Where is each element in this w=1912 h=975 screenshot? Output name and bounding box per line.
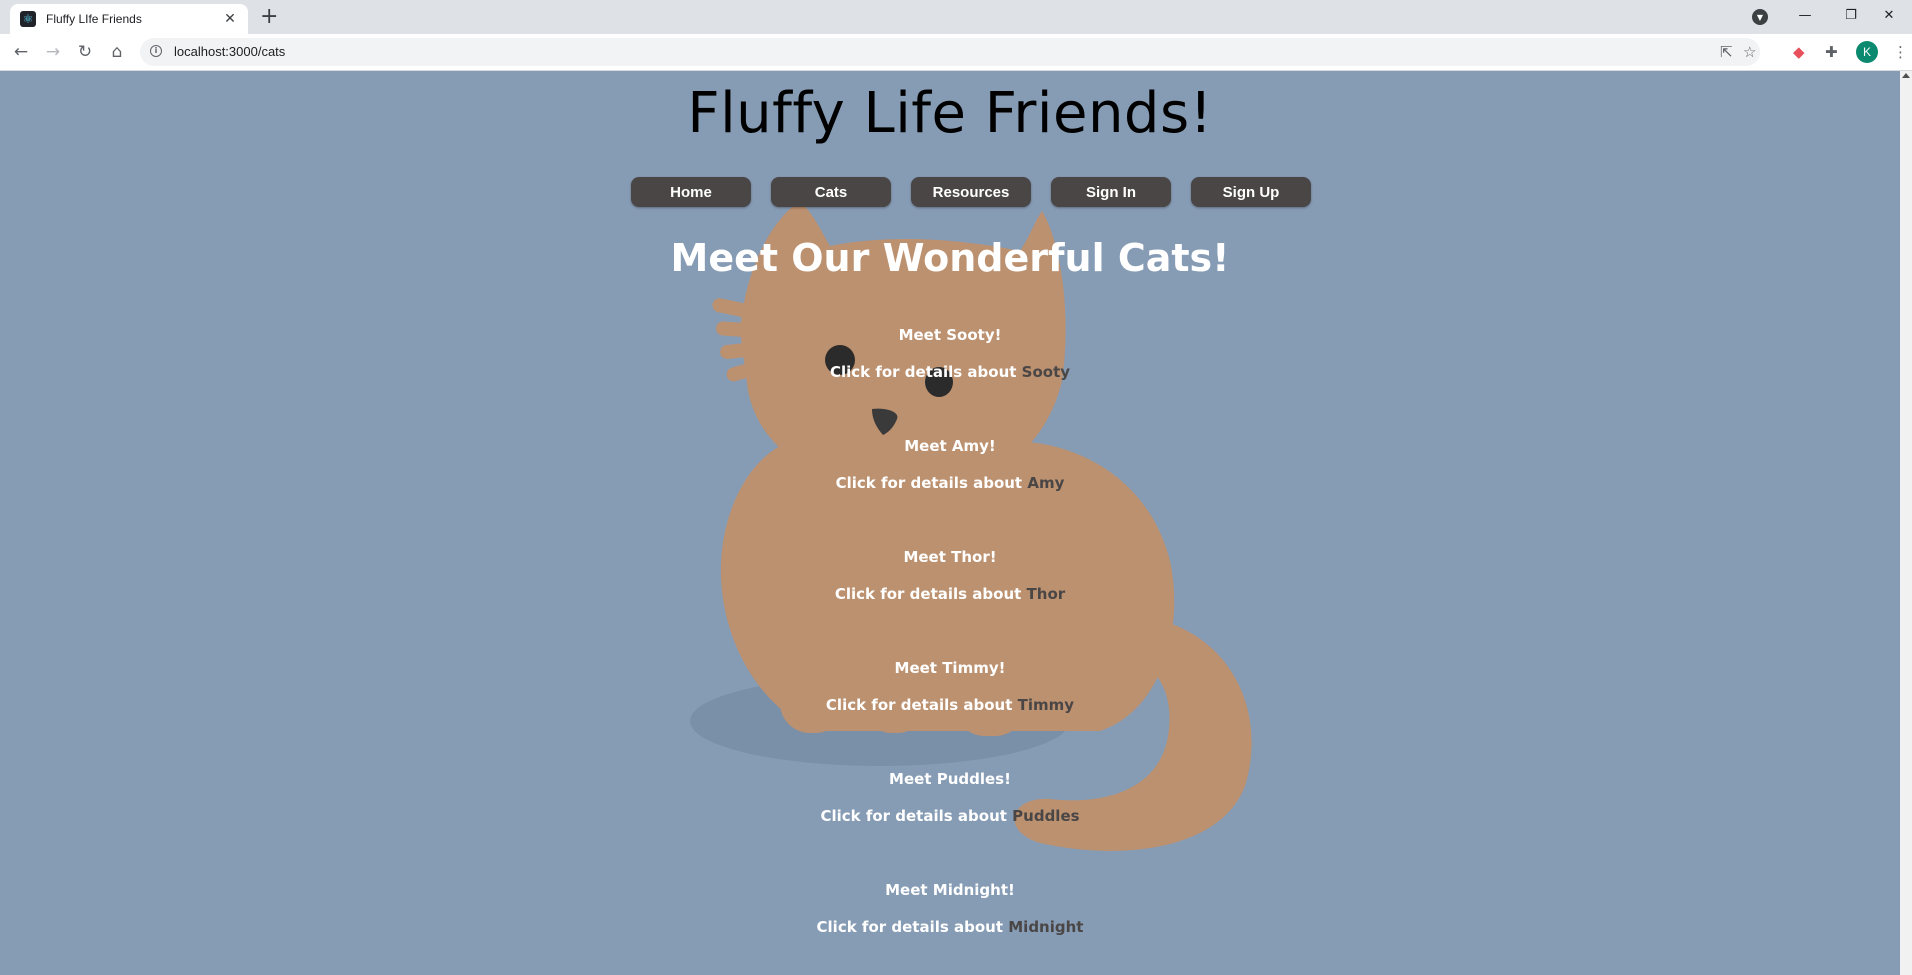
- react-favicon-icon: ⚛: [20, 11, 36, 27]
- close-tab-icon[interactable]: ✕: [222, 11, 238, 27]
- extensions-puzzle-icon[interactable]: ✚: [1825, 43, 1838, 61]
- minimize-icon[interactable]: —: [1782, 0, 1828, 30]
- details-prefix: Click for details about: [825, 696, 1013, 714]
- cat-meet-text: Meet Midnight!: [885, 881, 1015, 899]
- page-heading: Meet Our Wonderful Cats!: [670, 236, 1230, 280]
- menu-kebab-icon[interactable]: ⋮: [1893, 43, 1908, 61]
- cat-link-amy[interactable]: Amy: [1027, 474, 1064, 492]
- list-item: Meet Puddles! Click for details about Pu…: [0, 770, 1900, 881]
- cat-details-line: Click for details about Amy: [0, 474, 1900, 492]
- main-nav: Home Cats Resources Sign In Sign Up: [631, 177, 1311, 207]
- cat-link-thor[interactable]: Thor: [1027, 585, 1066, 603]
- extension-icon[interactable]: ◆: [1793, 43, 1805, 61]
- list-item: Meet Thor! Click for details about Thor: [0, 548, 1900, 659]
- back-icon[interactable]: ←: [10, 41, 32, 63]
- browser-tab-strip: ⚛ Fluffy LIfe Friends ✕ + ▼ — ❐ ✕: [0, 0, 1912, 34]
- nav-sign-in-button[interactable]: Sign In: [1051, 177, 1171, 207]
- details-prefix: Click for details about: [834, 585, 1022, 603]
- browser-tab[interactable]: ⚛ Fluffy LIfe Friends ✕: [10, 4, 248, 34]
- cat-meet-text: Meet Amy!: [904, 437, 996, 455]
- bookmark-star-icon[interactable]: ☆: [1743, 43, 1756, 61]
- site-info-icon[interactable]: i: [150, 45, 162, 57]
- address-bar[interactable]: i localhost:3000/cats ⇱ ☆: [140, 38, 1760, 66]
- details-prefix: Click for details about: [835, 474, 1023, 492]
- browser-toolbar: ← → ↻ ⌂ i localhost:3000/cats ⇱ ☆ ◆ ✚ K …: [0, 34, 1912, 71]
- site-title: Fluffy Life Friends!: [687, 81, 1213, 146]
- details-prefix: Click for details about: [816, 918, 1004, 936]
- list-item: Meet Sooty! Click for details about Soot…: [0, 326, 1900, 437]
- cat-link-timmy[interactable]: Timmy: [1018, 696, 1074, 714]
- new-tab-button[interactable]: +: [260, 6, 278, 28]
- cat-details-line: Click for details about Timmy: [0, 696, 1900, 714]
- details-prefix: Click for details about: [829, 363, 1017, 381]
- open-in-app-icon[interactable]: ⇱: [1720, 43, 1733, 61]
- list-item: Meet Midnight! Click for details about M…: [0, 881, 1900, 975]
- details-prefix: Click for details about: [820, 807, 1007, 825]
- cat-link-puddles[interactable]: Puddles: [1012, 807, 1079, 825]
- cat-details-line: Click for details about Thor: [0, 585, 1900, 603]
- nav-home-button[interactable]: Home: [631, 177, 751, 207]
- window-close-icon[interactable]: ✕: [1866, 0, 1912, 30]
- cat-meet-text: Meet Sooty!: [898, 326, 1002, 344]
- cat-meet-text: Meet Timmy!: [894, 659, 1006, 677]
- scroll-up-icon[interactable]: [1902, 73, 1910, 78]
- nav-resources-button[interactable]: Resources: [911, 177, 1031, 207]
- cat-details-line: Click for details about Sooty: [0, 363, 1900, 381]
- cat-details-line: Click for details about Midnight: [0, 918, 1900, 936]
- list-item: Meet Amy! Click for details about Amy: [0, 437, 1900, 548]
- home-icon[interactable]: ⌂: [106, 41, 128, 63]
- tab-title: Fluffy LIfe Friends: [46, 12, 142, 26]
- cat-link-sooty[interactable]: Sooty: [1022, 363, 1070, 381]
- forward-icon[interactable]: →: [42, 41, 64, 63]
- page-scrollbar[interactable]: [1900, 71, 1912, 975]
- url-text[interactable]: localhost:3000/cats: [174, 44, 285, 59]
- tab-search-icon[interactable]: ▼: [1752, 9, 1768, 25]
- cat-list: Meet Sooty! Click for details about Soot…: [0, 326, 1900, 975]
- page-viewport: Fluffy Life Friends! Home Cats Resources…: [0, 71, 1900, 975]
- cat-meet-text: Meet Thor!: [903, 548, 997, 566]
- nav-cats-button[interactable]: Cats: [771, 177, 891, 207]
- profile-avatar[interactable]: K: [1856, 41, 1878, 63]
- nav-sign-up-button[interactable]: Sign Up: [1191, 177, 1311, 207]
- cat-meet-text: Meet Puddles!: [889, 770, 1011, 788]
- cat-details-line: Click for details about Puddles: [0, 807, 1900, 825]
- cat-link-midnight[interactable]: Midnight: [1008, 918, 1083, 936]
- list-item: Meet Timmy! Click for details about Timm…: [0, 659, 1900, 770]
- reload-icon[interactable]: ↻: [74, 41, 96, 63]
